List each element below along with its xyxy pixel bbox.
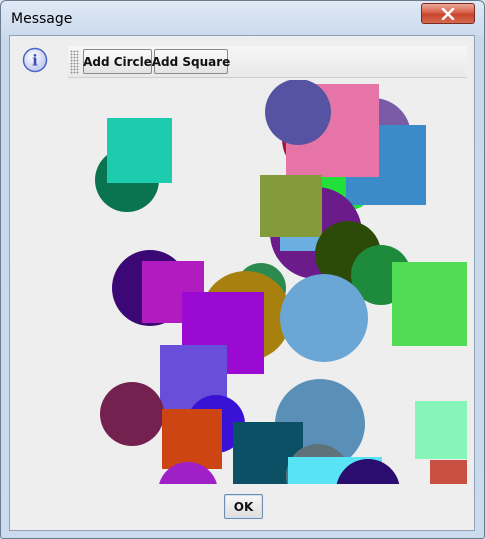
canvas-circle: [265, 80, 331, 145]
message-dialog-window: Message i Add Circle Add Square OK: [0, 0, 485, 539]
ok-button[interactable]: OK: [224, 494, 263, 519]
add-circle-button[interactable]: Add Circle: [83, 49, 152, 74]
drawing-canvas[interactable]: [68, 80, 467, 484]
canvas-square: [107, 118, 172, 183]
canvas-square: [392, 262, 467, 346]
add-square-button[interactable]: Add Square: [152, 49, 230, 74]
info-icon-glyph: i: [32, 52, 38, 70]
close-icon: [441, 7, 455, 20]
canvas-square: [162, 409, 222, 469]
window-title: Message: [11, 11, 73, 27]
info-icon: i: [22, 47, 48, 73]
toolbar: Add Circle Add Square: [68, 46, 467, 78]
canvas-circle: [280, 274, 368, 362]
canvas-square: [260, 175, 322, 237]
canvas-circle: [100, 382, 164, 446]
canvas-square: [430, 460, 467, 484]
canvas-square: [415, 401, 467, 459]
shapes-layer: [95, 80, 467, 484]
title-bar[interactable]: Message: [1, 1, 484, 35]
dialog-content: i Add Circle Add Square OK: [9, 35, 475, 531]
close-button[interactable]: [421, 3, 475, 24]
toolbar-drag-handle[interactable]: [70, 50, 79, 74]
